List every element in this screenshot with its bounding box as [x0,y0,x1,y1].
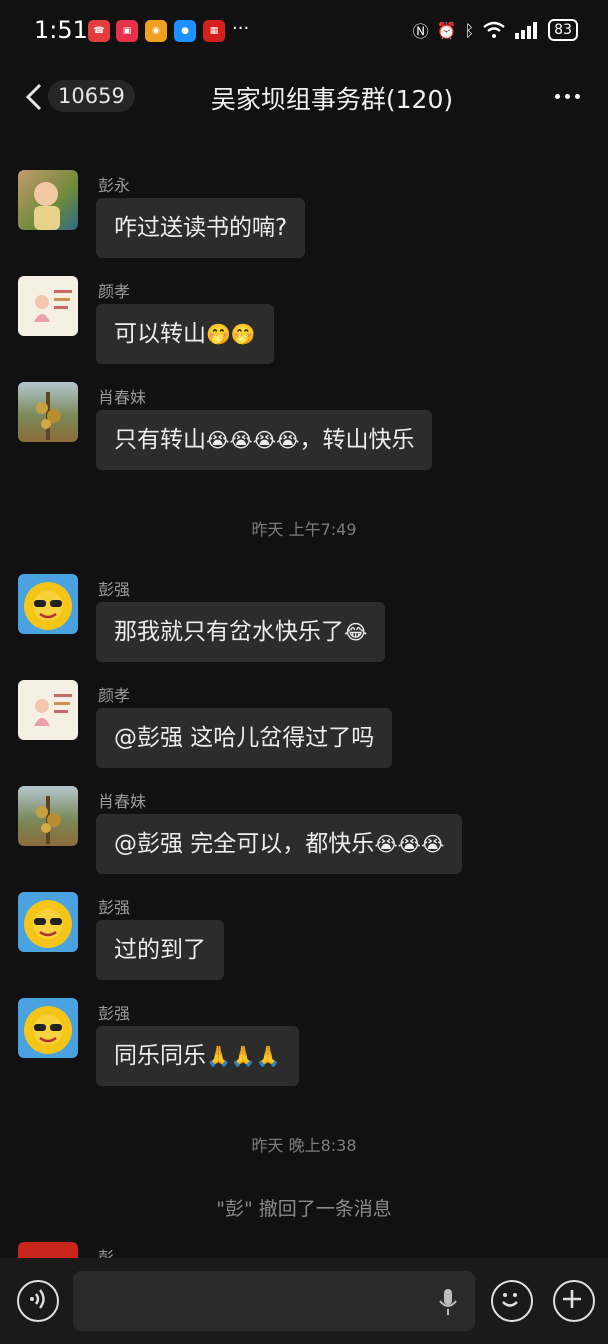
bluetooth-icon: ᛒ [464,20,475,40]
smiley-icon [502,1293,518,1307]
message-bubble[interactable]: 过的到了 [96,920,224,980]
system-icons: Ⓝ ⏰ ᛒ 83 [413,18,578,42]
sender-name: 彭永 [98,176,131,195]
message-text-suffix: ，转山快乐 [299,427,415,453]
nfc-icon: Ⓝ [412,22,429,41]
avatar[interactable] [18,892,78,952]
message-text: @彭强 这哈儿岔得过了吗 [114,725,375,751]
emoji: 😂 [344,620,368,644]
status-time: 1:51 [34,16,88,44]
avatar[interactable] [18,786,78,846]
chat-app-icon: ● [174,20,196,42]
message-bubble[interactable]: 只有转山😭😭😭😭，转山快乐 [96,410,433,470]
phone-app-icon: ☎ [88,20,110,42]
emoji: 😭😭😭 [374,832,445,856]
avatar[interactable] [18,998,78,1058]
message-input[interactable] [73,1271,475,1331]
group-title: 吴家坝组事务群(120) [210,85,454,114]
message-bubble[interactable]: @彭强 完全可以，都快乐😭😭😭 [96,814,463,874]
chat-header: 10659 吴家坝组事务群(120) [0,64,608,130]
recall-notice: "彭" 撤回了一条消息 [216,1198,392,1220]
emoji-button[interactable] [491,1280,533,1322]
agri-bank-app-icon: ▦ [203,20,225,42]
message-text: 同乐同乐 [114,1043,206,1069]
avatar[interactable] [18,574,78,634]
sender-name: 彭强 [98,1004,131,1023]
avatar[interactable] [18,680,78,740]
status-bar: 1:51 ☎ ▣ ◉ ● ▦ ··· Ⓝ ⏰ ᛒ 83 [0,0,608,64]
plus-icon [563,1290,581,1308]
sender-name: 颜孝 [98,686,131,705]
alarm-icon: ⏰ [436,20,457,40]
wifi-icon [483,21,505,38]
message-bubble[interactable]: @彭强 这哈儿岔得过了吗 [96,708,393,768]
message-text: 只有转山 [114,427,206,453]
message-bubble[interactable]: 可以转山🤭🤭 [96,304,274,364]
avatar[interactable] [18,170,78,230]
signal-icon [515,22,538,39]
emoji: 😭😭😭😭 [206,428,300,452]
avatar[interactable] [18,276,78,336]
avatar[interactable] [18,1242,78,1258]
voice-toggle-button[interactable] [17,1280,59,1322]
microphone-icon[interactable] [437,1287,459,1317]
more-actions-button[interactable] [553,1280,595,1322]
timestamp: 昨天 上午7:49 [251,520,357,539]
message-text: 咋过送读书的喃? [114,215,288,241]
bank-app-icon: ▣ [116,20,138,42]
weibo-app-icon: ◉ [145,20,167,42]
more-notifications-icon: ··· [232,18,250,39]
input-bar [0,1258,608,1344]
emoji: 🙏🙏🙏 [206,1044,281,1068]
battery-icon: 83 [548,19,578,41]
sender-name: 颜孝 [98,282,131,301]
message-text: 可以转山 [114,321,206,347]
message-bubble[interactable]: 咋过送读书的喃? [96,198,306,258]
message-text: 那我就只有岔水快乐了 [114,619,344,645]
emoji: 🤭🤭 [206,322,256,346]
sender-name: 肖春妹 [98,388,147,407]
voice-icon [30,1289,45,1309]
sender-name: 彭强 [98,898,131,917]
sender-name: 彭强 [98,580,131,599]
message-text: @彭强 完全可以，都快乐 [114,831,375,857]
more-options-icon[interactable] [555,94,580,99]
avatar[interactable] [18,382,78,442]
sender-name: 肖春妹 [98,792,147,811]
message-text: 过的到了 [114,937,206,963]
message-bubble[interactable]: 那我就只有岔水快乐了😂 [96,602,386,662]
message-bubble[interactable]: 同乐同乐🙏🙏🙏 [96,1026,299,1086]
timestamp: 昨天 晚上8:38 [251,1136,357,1155]
